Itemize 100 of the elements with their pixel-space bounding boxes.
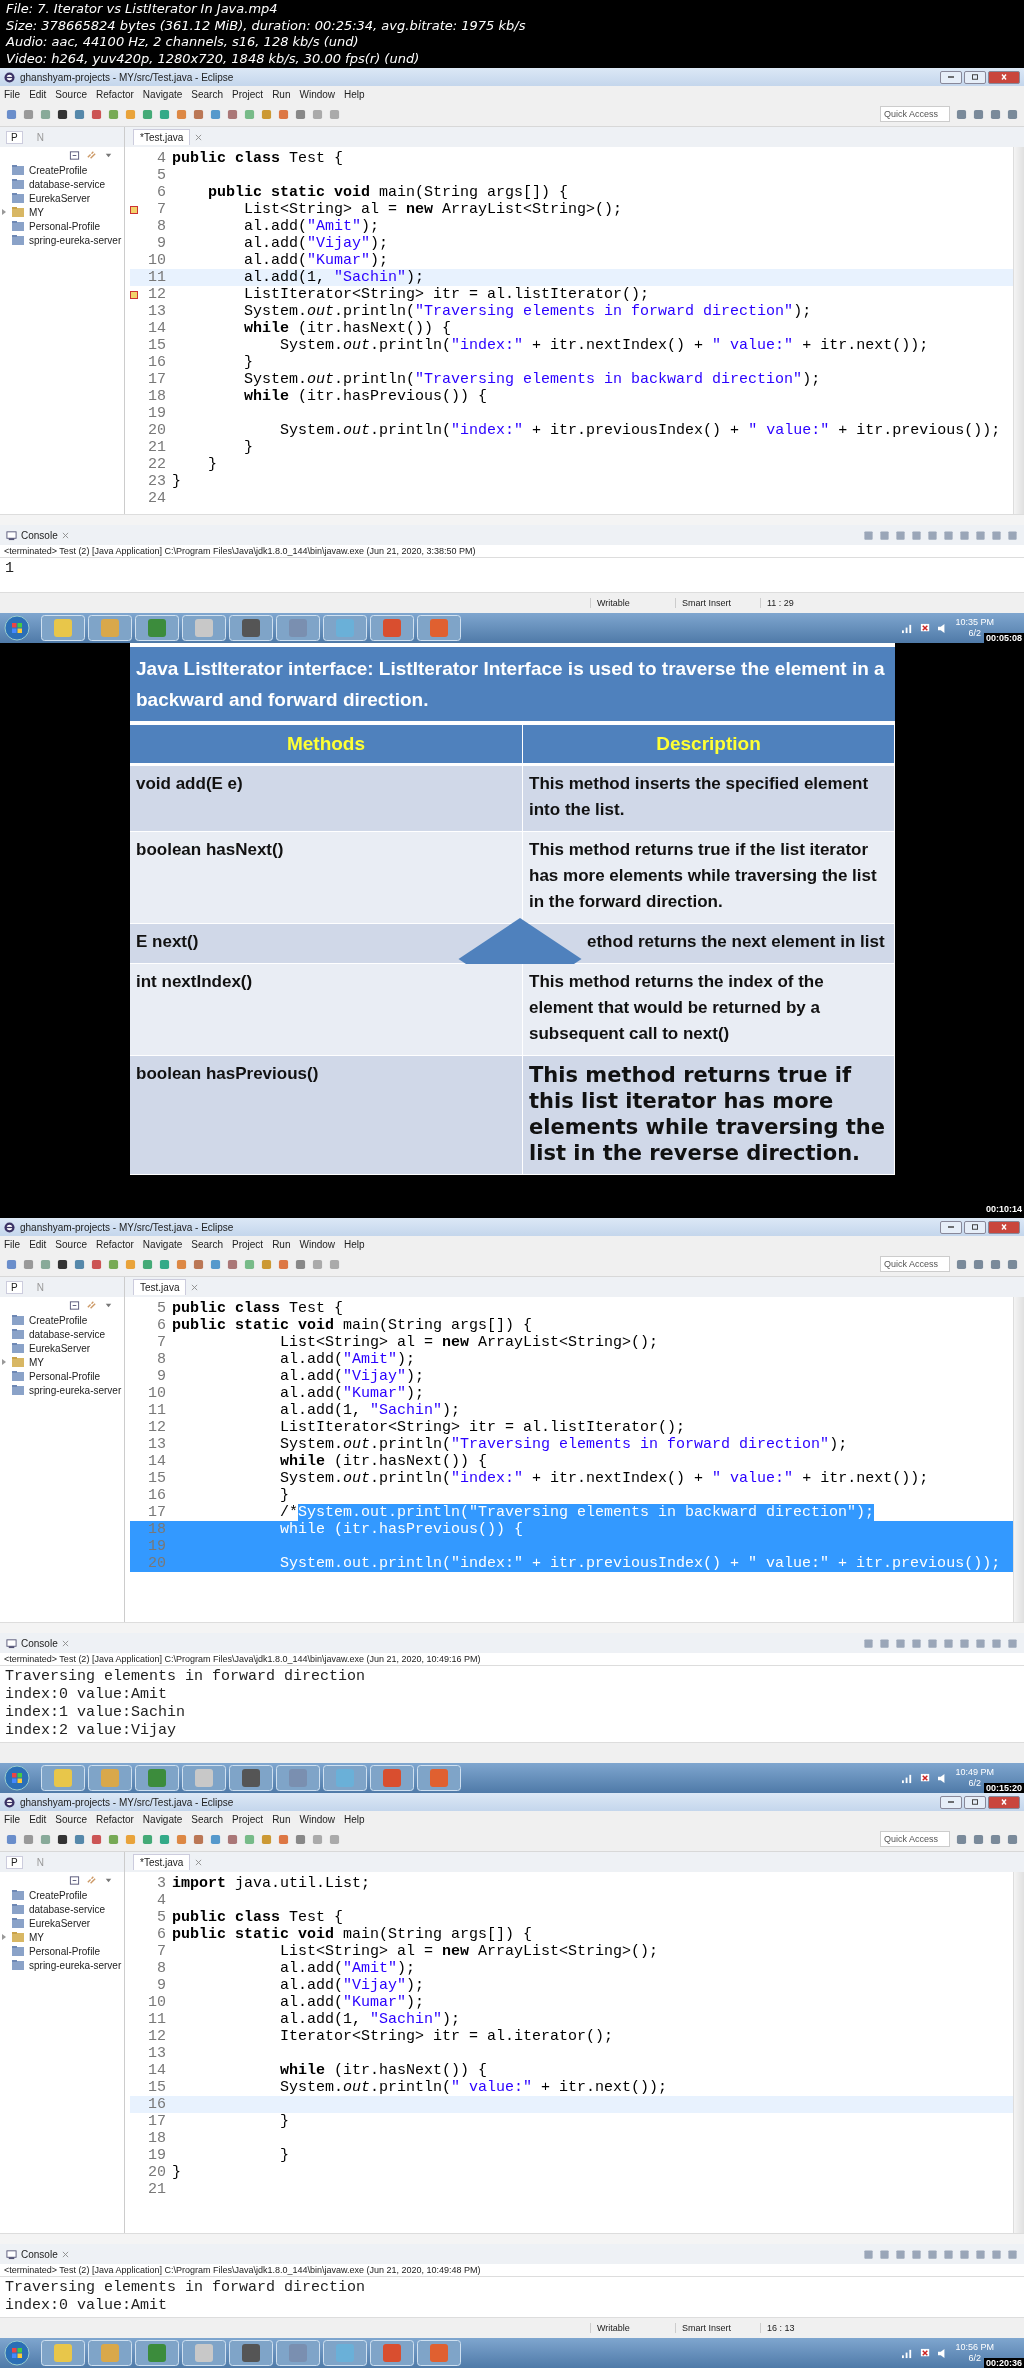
menu-item[interactable]: Window bbox=[299, 1813, 336, 1825]
console-toolbar-icon[interactable] bbox=[863, 529, 874, 541]
close-button[interactable] bbox=[988, 1795, 1020, 1809]
menu-item[interactable]: Run bbox=[272, 1238, 291, 1250]
minimize-button[interactable] bbox=[940, 1220, 962, 1234]
tree-item[interactable]: MY bbox=[0, 1930, 124, 1944]
scrollbar[interactable] bbox=[1013, 1297, 1024, 1622]
menu-item[interactable]: Navigate bbox=[142, 88, 183, 100]
console-toolbar-icon[interactable] bbox=[991, 529, 1002, 541]
taskbar-app-icon[interactable] bbox=[135, 615, 179, 641]
menu-item[interactable]: Window bbox=[299, 1238, 336, 1250]
console-tab[interactable]: Console bbox=[21, 529, 58, 541]
taskbar-app-icon[interactable] bbox=[276, 615, 320, 641]
tree-item[interactable]: Personal-Profile bbox=[0, 219, 124, 233]
toolbar-icon[interactable] bbox=[57, 1258, 68, 1270]
console-toolbar-icon[interactable] bbox=[991, 1637, 1002, 1649]
tree-item[interactable]: spring-eureka-server bbox=[0, 233, 124, 247]
view-tab[interactable]: P bbox=[6, 1280, 23, 1294]
tree-item[interactable]: Personal-Profile bbox=[0, 1369, 124, 1383]
taskbar-app-icon[interactable] bbox=[370, 1765, 414, 1791]
taskbar-app-icon[interactable] bbox=[276, 2340, 320, 2366]
close-button[interactable] bbox=[988, 1220, 1020, 1234]
menu-item[interactable]: File bbox=[4, 1813, 21, 1825]
maximize-button[interactable] bbox=[964, 1220, 986, 1234]
tree-item[interactable]: EurekaServer bbox=[0, 1341, 124, 1355]
taskbar-app-icon[interactable] bbox=[417, 1765, 461, 1791]
editor-tab[interactable]: *Test.java bbox=[133, 129, 191, 145]
horizontal-scrollbar[interactable] bbox=[0, 2233, 1024, 2244]
toolbar-icon[interactable] bbox=[57, 1833, 68, 1845]
editor-tab[interactable]: Test.java bbox=[133, 1279, 187, 1295]
menu-item[interactable]: File bbox=[4, 1238, 21, 1250]
menu-item[interactable]: Navigate bbox=[142, 1813, 183, 1825]
console-toolbar-icon[interactable] bbox=[975, 529, 986, 541]
console-toolbar-icon[interactable] bbox=[943, 529, 954, 541]
console-toolbar-icon[interactable] bbox=[879, 2248, 890, 2260]
console-toolbar-icon[interactable] bbox=[879, 1637, 890, 1649]
tree-item[interactable]: database-service bbox=[0, 1902, 124, 1916]
console-toolbar-icon[interactable] bbox=[959, 1637, 970, 1649]
menu-item[interactable]: Navigate bbox=[142, 1238, 183, 1250]
tree-item[interactable]: spring-eureka-server bbox=[0, 1383, 124, 1397]
tree-item[interactable]: CreateProfile bbox=[0, 1313, 124, 1327]
start-button[interactable] bbox=[4, 2340, 30, 2366]
collapse-all-icon[interactable] bbox=[69, 149, 80, 161]
tree-item[interactable]: spring-eureka-server bbox=[0, 1958, 124, 1972]
taskbar-app-icon[interactable] bbox=[229, 1765, 273, 1791]
menu-item[interactable]: Search bbox=[191, 1238, 223, 1250]
view-tab[interactable]: P bbox=[6, 130, 23, 144]
console-toolbar-icon[interactable] bbox=[895, 2248, 906, 2260]
taskbar-app-icon[interactable] bbox=[370, 2340, 414, 2366]
console-toolbar-icon[interactable] bbox=[927, 2248, 938, 2260]
close-icon[interactable] bbox=[195, 1858, 203, 1866]
tree-item[interactable]: MY bbox=[0, 1355, 124, 1369]
editor-tab[interactable]: *Test.java bbox=[133, 1854, 191, 1870]
menu-item[interactable]: Source bbox=[55, 1813, 88, 1825]
close-icon[interactable] bbox=[191, 1283, 199, 1291]
minimize-button[interactable] bbox=[940, 1795, 962, 1809]
menu-item[interactable]: Source bbox=[55, 1238, 88, 1250]
close-icon[interactable] bbox=[195, 133, 203, 141]
tree-item[interactable]: CreateProfile bbox=[0, 163, 124, 177]
menu-item[interactable]: Help bbox=[344, 88, 365, 100]
quick-access-field[interactable]: Quick Access bbox=[880, 1831, 950, 1847]
console-toolbar-icon[interactable] bbox=[863, 1637, 874, 1649]
taskbar-app-icon[interactable] bbox=[417, 615, 461, 641]
console-toolbar-icon[interactable] bbox=[927, 529, 938, 541]
horizontal-scrollbar[interactable] bbox=[0, 514, 1024, 525]
tree-item[interactable]: EurekaServer bbox=[0, 1916, 124, 1930]
console-toolbar-icon[interactable] bbox=[895, 1637, 906, 1649]
start-button[interactable] bbox=[4, 1765, 30, 1791]
expand-arrow-icon[interactable] bbox=[2, 1934, 6, 1940]
maximize-button[interactable] bbox=[964, 70, 986, 84]
tree-item[interactable]: CreateProfile bbox=[0, 1888, 124, 1902]
quick-access-field[interactable]: Quick Access bbox=[880, 1256, 950, 1272]
close-button[interactable] bbox=[988, 70, 1020, 84]
quick-access-field[interactable]: Quick Access bbox=[880, 106, 950, 122]
console-toolbar-icon[interactable] bbox=[895, 529, 906, 541]
menu-item[interactable]: Project bbox=[232, 88, 264, 100]
console-toolbar-icon[interactable] bbox=[991, 2248, 1002, 2260]
console-toolbar-icon[interactable] bbox=[959, 529, 970, 541]
console-toolbar-icon[interactable] bbox=[911, 1637, 922, 1649]
menu-item[interactable]: Help bbox=[344, 1813, 365, 1825]
menu-item[interactable]: Search bbox=[191, 1813, 223, 1825]
menu-item[interactable]: Run bbox=[272, 88, 291, 100]
menu-item[interactable]: File bbox=[4, 88, 21, 100]
console-toolbar-icon[interactable] bbox=[943, 2248, 954, 2260]
console-toolbar-icon[interactable] bbox=[1007, 529, 1018, 541]
minimize-button[interactable] bbox=[940, 70, 962, 84]
console-tab[interactable]: Console bbox=[21, 1637, 58, 1649]
taskbar-app-icon[interactable] bbox=[417, 2340, 461, 2366]
view-tab[interactable]: P bbox=[6, 1855, 23, 1869]
menu-item[interactable]: Refactor bbox=[96, 1238, 134, 1250]
horizontal-scrollbar[interactable] bbox=[0, 1622, 1024, 1633]
tree-item[interactable]: database-service bbox=[0, 177, 124, 191]
console-toolbar-icon[interactable] bbox=[975, 1637, 986, 1649]
menu-item[interactable]: Search bbox=[191, 88, 223, 100]
menu-item[interactable]: Window bbox=[299, 88, 336, 100]
menu-item[interactable]: Refactor bbox=[96, 1813, 134, 1825]
console-toolbar-icon[interactable] bbox=[1007, 1637, 1018, 1649]
toolbar-icon[interactable] bbox=[57, 108, 68, 120]
taskbar-app-icon[interactable] bbox=[276, 1765, 320, 1791]
menu-item[interactable]: Help bbox=[344, 1238, 365, 1250]
